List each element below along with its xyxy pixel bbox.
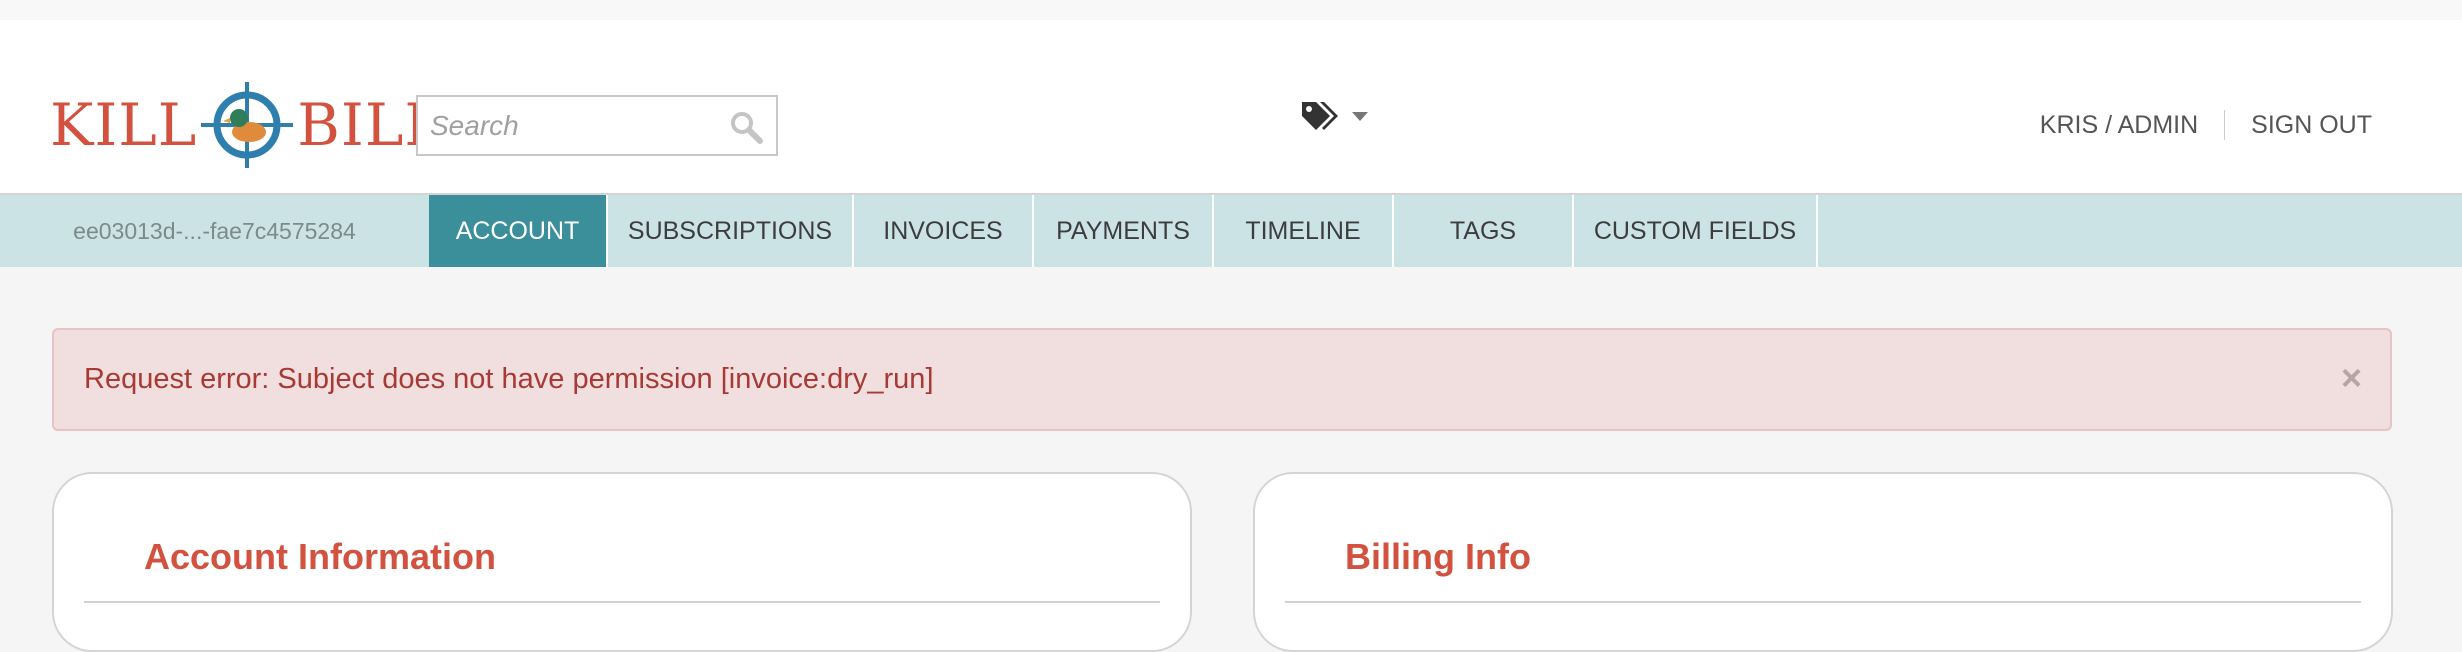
tab-invoices[interactable]: INVOICES [854, 195, 1034, 267]
user-nav: KRIS / ADMIN SIGN OUT [2040, 110, 2372, 140]
search-box [416, 95, 778, 156]
search-icon[interactable] [728, 109, 764, 145]
search-input[interactable] [418, 97, 698, 154]
crosshair-duck-icon [201, 82, 294, 168]
panel-divider [1285, 601, 2361, 603]
tab-account[interactable]: ACCOUNT [429, 195, 608, 267]
tab-payments[interactable]: PAYMENTS [1034, 195, 1214, 267]
caret-down-icon [1352, 112, 1368, 121]
tags-icon [1302, 102, 1338, 130]
sign-out-link[interactable]: SIGN OUT [2251, 111, 2372, 140]
logo-text-left: KILL [50, 91, 198, 159]
billing-info-title: Billing Info [1345, 536, 1531, 577]
error-alert: Request error: Subject does not have per… [52, 328, 2392, 431]
tab-subscriptions[interactable]: SUBSCRIPTIONS [608, 195, 854, 267]
tab-tags[interactable]: TAGS [1394, 195, 1574, 267]
nav-divider [2224, 110, 2226, 140]
error-message: Request error: Subject does not have per… [84, 363, 934, 395]
user-link[interactable]: KRIS / ADMIN [2040, 111, 2198, 140]
tab-custom-fields[interactable]: CUSTOM FIELDS [1574, 195, 1818, 267]
panel-divider [84, 601, 1160, 603]
account-information-panel: Account Information [52, 472, 1192, 652]
tags-dropdown[interactable] [1300, 100, 1368, 134]
tab-timeline[interactable]: TIMELINE [1214, 195, 1394, 267]
account-tabbar: ee03013d-...-fae7c4575284 ACCOUNT SUBSCR… [0, 195, 2462, 267]
account-information-title: Account Information [144, 536, 496, 577]
close-icon[interactable]: × [2341, 360, 2362, 396]
top-strip [0, 0, 2462, 20]
billing-info-panel: Billing Info [1253, 472, 2393, 652]
killbill-logo[interactable]: KILL BILL [50, 80, 444, 170]
account-id: ee03013d-...-fae7c4575284 [73, 217, 356, 244]
header: KILL BILL KRIS / ADMIN SIGN OUT [0, 20, 2462, 195]
